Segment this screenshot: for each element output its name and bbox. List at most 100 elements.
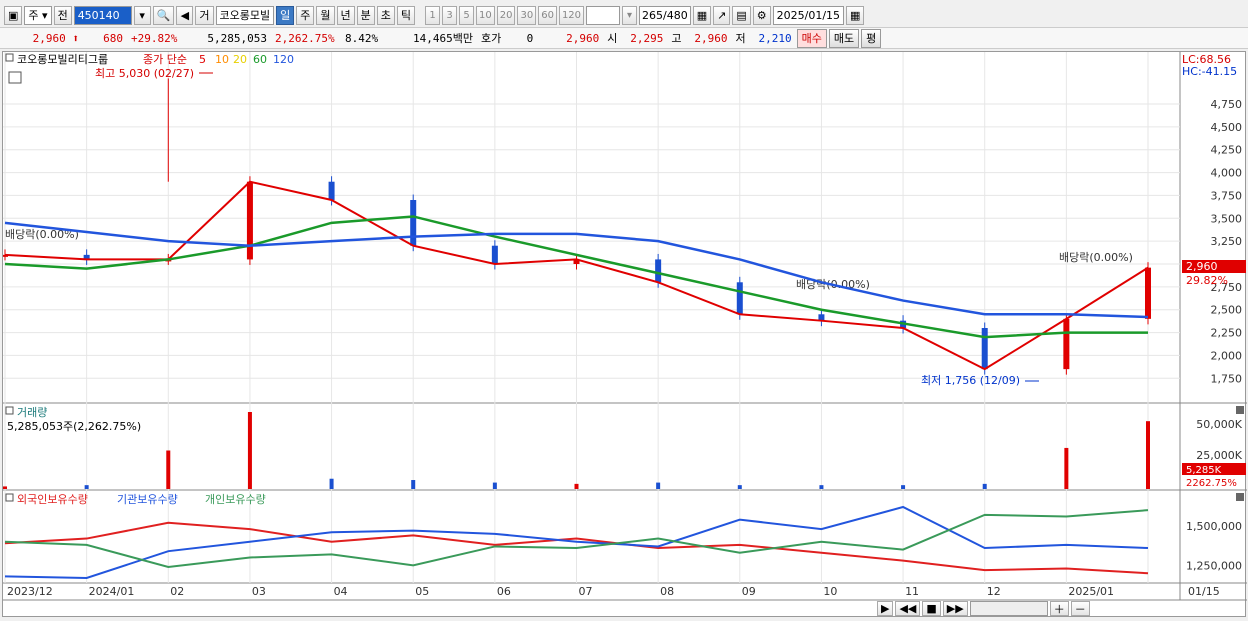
kind-select[interactable]: 주 ▾ <box>24 5 52 25</box>
holdings-lines: 1,250,000 1,500,000 <box>4 505 1242 580</box>
avg-button[interactable]: 평 <box>861 28 882 48</box>
scroll-slider[interactable] <box>969 601 1048 616</box>
dropdown-icon[interactable]: ▾ <box>133 5 151 25</box>
volume-bar <box>1064 447 1069 489</box>
panel-menu-icon[interactable] <box>5 53 14 62</box>
period-day[interactable]: 일 <box>276 5 295 25</box>
holdings-panel-menu-icon[interactable] <box>5 493 14 502</box>
price-tick-label: 4,250 <box>1211 144 1243 157</box>
ma10-label: 10 <box>215 53 229 66</box>
change-value: 680 <box>103 31 123 45</box>
open-value: 2,295 <box>630 31 664 45</box>
volume-bar <box>411 480 416 489</box>
search-icon[interactable]: 🔍 <box>152 5 175 25</box>
trade-button[interactable]: 거 <box>195 5 214 25</box>
high-label: 고 <box>671 32 682 45</box>
x-tick-label: 12 <box>987 585 1001 598</box>
stop-icon[interactable]: ■ <box>922 601 941 616</box>
x-tick-label: 04 <box>334 585 348 598</box>
change-rate: +29.82% <box>131 31 178 45</box>
interval-120[interactable]: 120 <box>558 5 585 25</box>
ma60-label: 60 <box>253 53 267 66</box>
x-tick-label: 06 <box>497 585 511 598</box>
count-value: 265 <box>642 8 664 22</box>
interval-1[interactable]: 1 <box>425 5 440 25</box>
volume-panel-menu-icon[interactable] <box>5 406 14 415</box>
holdings-title-foreign: 외국인보유수량 <box>17 493 88 506</box>
price-tick-label: 2,250 <box>1211 327 1243 340</box>
prev-button[interactable]: 전 <box>53 5 72 25</box>
ma5-label: 5 <box>199 53 206 66</box>
candle-body <box>736 282 743 315</box>
x-tick-label: 2025/01 <box>1068 585 1114 598</box>
custom-interval-input[interactable] <box>586 5 621 25</box>
stock-name[interactable]: 코오롱모빌 <box>215 5 275 25</box>
period-tick[interactable]: 틱 <box>396 5 415 25</box>
volume-bar <box>737 485 742 489</box>
scroll-right-icon[interactable]: ▶ <box>877 601 894 616</box>
holdings-panel-close-icon[interactable] <box>1236 493 1244 501</box>
x-tick-label: 09 <box>742 585 756 598</box>
grid-toggle-icon[interactable] <box>8 71 22 84</box>
holdings-title-institution: 기관보유수량 <box>117 493 178 506</box>
chart-type-icon[interactable]: ▦ <box>692 5 712 25</box>
volume-bar <box>166 450 171 489</box>
buy-button[interactable]: 매수 <box>796 28 827 48</box>
date-input[interactable]: 2025/01/15 <box>772 5 845 25</box>
volume-bar <box>3 486 7 489</box>
calendar-icon[interactable]: ▦ <box>846 5 865 25</box>
interval-20[interactable]: 20 <box>496 5 516 25</box>
open-label: 시 <box>607 32 618 45</box>
code-input[interactable]: 450140 <box>73 5 132 25</box>
toolbar: ▣ 주 ▾ 전 450140 ▾ 🔍 ◀ 거 코오롱모빌 일 주 월 년 분 초… <box>0 4 1248 26</box>
rewind-icon[interactable]: ◀◀ <box>895 601 921 616</box>
price-axis: 1,7502,0002,2502,5002,7503,0003,2503,500… <box>1211 98 1243 385</box>
period-second[interactable]: 초 <box>376 5 395 25</box>
candle-body <box>246 181 253 260</box>
interval-5[interactable]: 5 <box>459 5 474 25</box>
interval-10[interactable]: 10 <box>476 5 495 25</box>
x-tick-label: 2023/12 <box>7 585 53 598</box>
speaker-icon[interactable]: ◀ <box>176 5 194 25</box>
period-week[interactable]: 주 <box>296 5 315 25</box>
custom-interval-dropdown-icon[interactable]: ▾ <box>622 5 638 25</box>
volume-bar <box>84 485 89 489</box>
interval-60[interactable]: 60 <box>538 5 557 25</box>
price-tick-label: 4,500 <box>1211 121 1243 134</box>
ma120-label: 120 <box>273 53 294 66</box>
settings-gear-icon[interactable]: ⚙ <box>752 5 771 25</box>
period-year[interactable]: 년 <box>336 5 355 25</box>
high-value: 2,960 <box>694 31 728 45</box>
period-month[interactable]: 월 <box>316 5 335 25</box>
ma-label: 종가 단순 <box>143 53 187 66</box>
zoom-out-icon[interactable]: － <box>1070 601 1090 616</box>
quote-bar: 2,960 ⬆ 680 +29.82% 5,285,053 2,262.75% … <box>0 27 1248 49</box>
turnover-rate: 8.42% <box>345 31 379 45</box>
current-price: 2,960 ⬆ <box>4 32 82 45</box>
period-minute[interactable]: 분 <box>356 5 375 25</box>
x-tick-label: 02 <box>170 585 184 598</box>
price-tick-label: 4,750 <box>1211 98 1243 111</box>
hoga-value: 0 <box>526 31 534 45</box>
volume-panel-close-icon[interactable] <box>1236 406 1244 414</box>
count-input[interactable]: 265/480 <box>639 5 691 25</box>
zoom-in-icon[interactable]: ＋ <box>1049 601 1069 616</box>
draw-icon[interactable]: ↗ <box>713 5 731 25</box>
x-axis: 2023/12 2024/01 02 03 04 05 06 07 08 09 10 11 12 2025… <box>7 585 1220 598</box>
candle-body <box>410 200 417 246</box>
volume-tick-label: 50,000K <box>1196 418 1242 431</box>
candle-body <box>981 328 988 370</box>
kind-select-label: 주 <box>28 9 39 22</box>
x-tick-label: 05 <box>415 585 429 598</box>
low-value: 2,210 <box>758 31 792 45</box>
save-icon[interactable]: ▤ <box>732 5 751 25</box>
volume-last-tag-text: 5,285K <box>1186 465 1222 476</box>
interval-30[interactable]: 30 <box>517 5 537 25</box>
interval-3[interactable]: 3 <box>442 5 457 25</box>
sell-button[interactable]: 매도 <box>828 28 860 48</box>
holdings-tick-label: 1,250,000 <box>1186 559 1242 572</box>
last-rate-text: 29.82% <box>1186 274 1228 287</box>
chart-area[interactable]: 코오롱모빌리티그룹 종가 단순 5 10 20 60 120 LC:68.56 … <box>2 51 1247 617</box>
layout-icon[interactable]: ▣ <box>4 5 23 25</box>
fast-forward-icon[interactable]: ▶▶ <box>942 601 968 616</box>
